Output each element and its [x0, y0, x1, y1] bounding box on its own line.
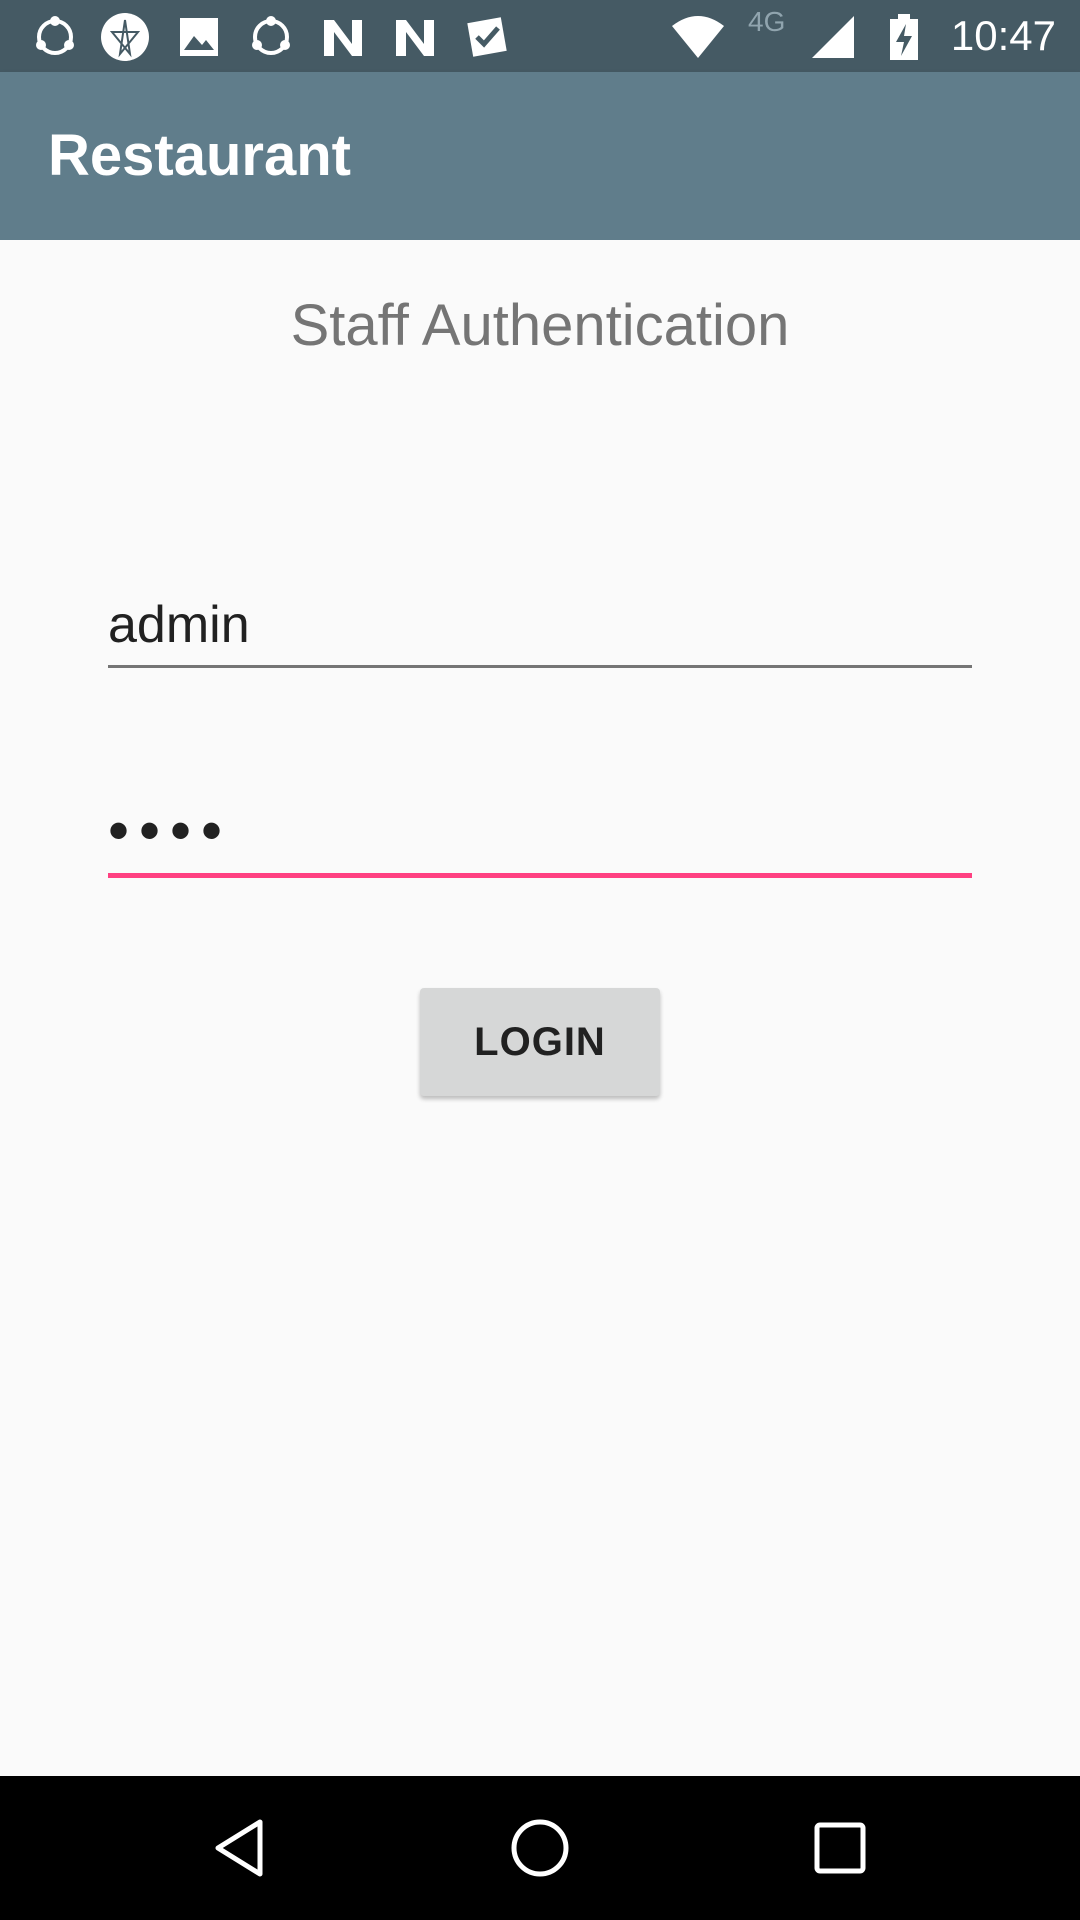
back-icon[interactable]	[204, 1812, 276, 1884]
page-heading: Staff Authentication	[290, 293, 790, 358]
n-app-icon	[396, 20, 434, 56]
share-icon	[36, 16, 74, 55]
image-icon	[180, 18, 218, 56]
checkbox-icon	[467, 17, 507, 57]
username-input[interactable]: admin	[108, 590, 972, 668]
password-value: ••••	[108, 797, 233, 864]
login-button[interactable]: LOGIN	[420, 988, 660, 1096]
signal-icon	[812, 16, 854, 58]
share-icon	[252, 16, 290, 55]
password-input[interactable]: ••••	[108, 788, 972, 878]
navigation-bar	[0, 1776, 1080, 1920]
n-app-icon	[324, 20, 362, 56]
app-title: Restaurant	[48, 123, 351, 188]
app-bar: Restaurant	[0, 72, 1080, 240]
username-value: admin	[108, 596, 250, 654]
status-time: 10:47	[950, 12, 1056, 59]
status-bar: 4G 10:47	[0, 0, 1080, 72]
battery-charging-icon	[890, 14, 918, 60]
recents-icon[interactable]	[804, 1812, 876, 1884]
network-type-label: 4G	[748, 6, 786, 37]
compass-icon	[101, 13, 149, 61]
wifi-icon	[672, 16, 724, 58]
home-icon[interactable]	[504, 1812, 576, 1884]
login-screen: Staff Authentication admin •••• LOGIN	[0, 240, 1080, 1776]
